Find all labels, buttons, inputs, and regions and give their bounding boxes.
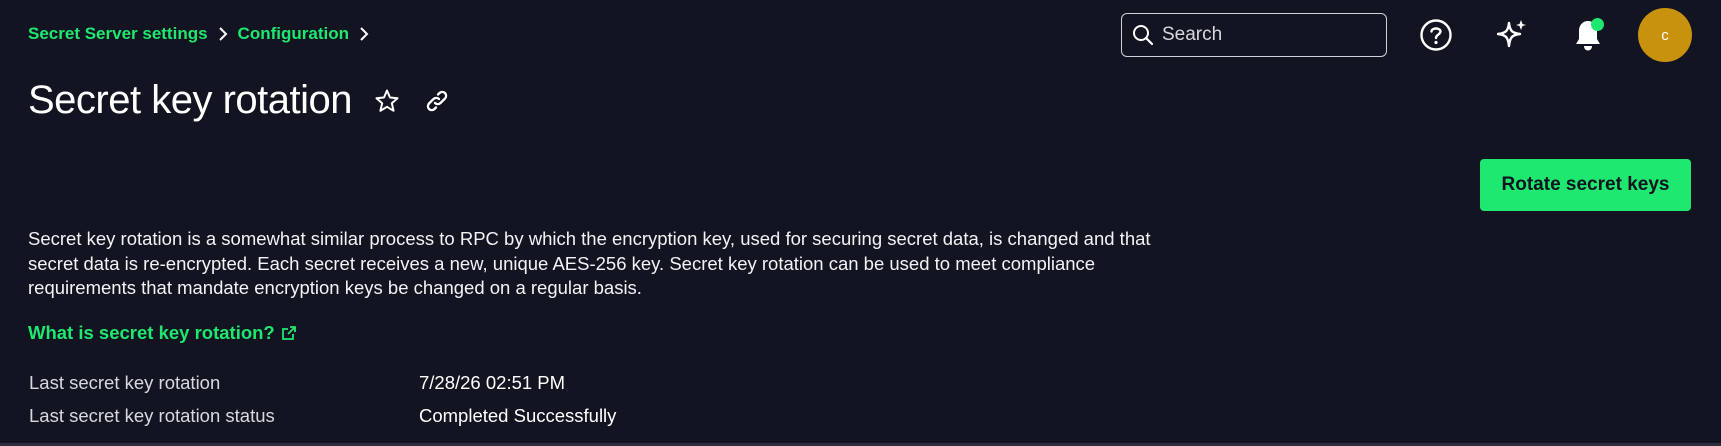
title-row: Secret key rotation	[28, 78, 452, 123]
rotate-secret-keys-button[interactable]: Rotate secret keys	[1480, 159, 1691, 211]
search-input[interactable]	[1162, 24, 1372, 46]
external-link-icon	[281, 325, 297, 341]
breadcrumb-configuration[interactable]: Configuration	[238, 24, 349, 44]
page-title: Secret key rotation	[28, 78, 353, 122]
description-text: Secret key rotation is a somewhat simila…	[28, 228, 1151, 298]
help-button[interactable]	[1416, 15, 1456, 55]
detail-value: Completed Successfully	[419, 404, 617, 426]
notification-dot	[1591, 18, 1604, 31]
sparkle-icon	[1494, 17, 1530, 53]
detail-label: Last secret key rotation	[29, 371, 221, 393]
learn-more-link[interactable]: What is secret key rotation?	[28, 322, 297, 344]
link-icon[interactable]	[422, 86, 452, 116]
top-bar: Secret Server settings Configuration c	[0, 0, 1721, 72]
breadcrumb: Secret Server settings Configuration	[28, 24, 373, 44]
chevron-right-icon	[355, 25, 373, 43]
notifications-button[interactable]	[1568, 15, 1608, 55]
search-icon	[1132, 24, 1154, 46]
avatar[interactable]: c	[1638, 8, 1692, 62]
learn-more-label: What is secret key rotation?	[28, 322, 275, 343]
search-box[interactable]	[1121, 13, 1387, 57]
detail-row: Last secret key rotation status Complete…	[29, 399, 616, 432]
ai-assistant-button[interactable]	[1492, 15, 1532, 55]
breadcrumb-secret-server-settings[interactable]: Secret Server settings	[28, 24, 208, 44]
chevron-right-icon	[214, 25, 232, 43]
detail-row: Last secret key rotation 7/28/26 02:51 P…	[29, 366, 616, 399]
detail-value: 7/28/26 02:51 PM	[419, 371, 566, 393]
rotation-details: Last secret key rotation 7/28/26 02:51 P…	[29, 366, 616, 432]
detail-label: Last secret key rotation status	[29, 404, 275, 426]
help-icon	[1419, 18, 1453, 52]
star-icon[interactable]	[372, 86, 402, 116]
